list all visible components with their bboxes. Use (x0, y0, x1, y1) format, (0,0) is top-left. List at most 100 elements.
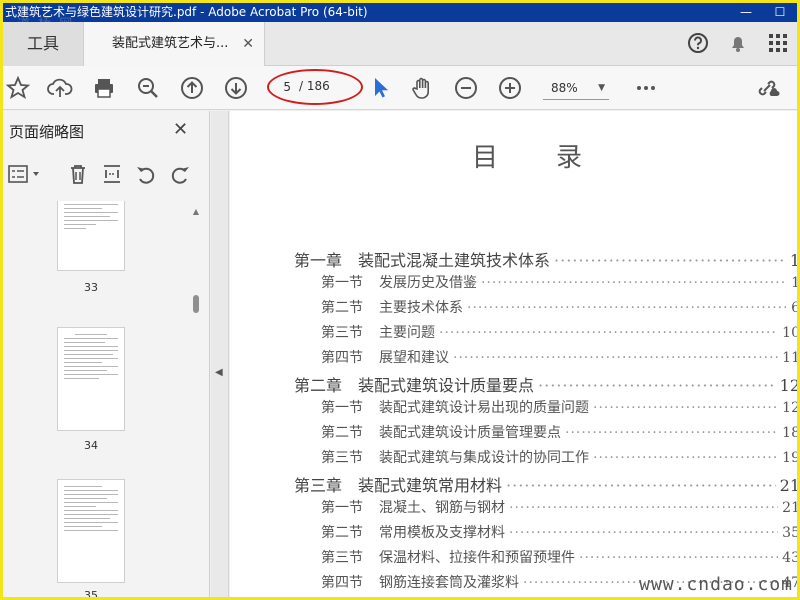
thumbnail-page-number: 34 (84, 439, 98, 452)
close-tab-icon[interactable]: ✕ (242, 22, 254, 66)
zoom-level-value: 88% (551, 81, 578, 95)
toc-section-row[interactable]: 第二节主要技术体系 6 (294, 297, 797, 322)
toc-entry-number: 第一节 (321, 500, 363, 516)
maximize-icon[interactable]: ☐ (763, 3, 797, 22)
toc-leader-dots (509, 525, 778, 541)
toc-entry-page: 21 (782, 500, 797, 516)
toc-entry-title: 主要技术体系 (379, 300, 463, 316)
tab-tools[interactable]: 工具 (3, 22, 83, 66)
delete-page-icon[interactable] (65, 161, 91, 187)
toc-entry-page: 10 (782, 325, 797, 341)
zoom-search-icon[interactable] (135, 75, 161, 101)
toc-section-row[interactable]: 第三节主要问题 10 (294, 322, 797, 347)
toc-entry-number: 第三章 (294, 476, 343, 495)
toc-heading: 目录 (472, 143, 641, 173)
minimize-icon[interactable]: — (729, 3, 763, 22)
previous-page-icon[interactable] (179, 75, 205, 101)
page-thumbnail[interactable] (57, 201, 125, 271)
toc-entry-number: 第一章 (294, 251, 343, 270)
table-of-contents: 第一章装配式混凝土建筑技术体系1第一节发展历史及借鉴1第二节主要技术体系6第三节… (294, 247, 797, 597)
toc-entry-page: 12 (782, 400, 797, 416)
toc-entry-title: 装配式建筑设计质量要点 (358, 376, 535, 395)
toc-entry-number: 第二节 (321, 300, 363, 316)
select-cursor-icon[interactable] (367, 75, 393, 101)
toc-entry-title: 展望和建议 (379, 350, 449, 366)
toc-leader-dots (538, 376, 776, 395)
toc-entry-page: 11 (782, 350, 797, 366)
toc-leader-dots (481, 275, 786, 291)
apps-grid-icon[interactable] (765, 30, 791, 56)
zoom-level-select[interactable]: 88% ▼ (543, 78, 609, 100)
upload-cloud-icon[interactable] (47, 75, 73, 101)
thumbnail-scrollbar[interactable]: ▲ (189, 207, 203, 597)
toc-entry-number: 第二章 (294, 376, 343, 395)
toc-entry-title: 装配式建筑设计易出现的质量问题 (379, 400, 589, 416)
toc-entry-page: 1 (790, 251, 797, 270)
panel-collapse-handle[interactable]: ◀ (211, 111, 229, 597)
toc-entry-title: 钢筋连接套筒及灌浆料 (379, 575, 519, 591)
toc-entry-title: 常用模板及支撑材料 (379, 525, 505, 541)
rotate-left-icon[interactable] (133, 161, 159, 187)
toc-section-row[interactable]: 第二节装配式建筑设计质量管理要点 18 (294, 422, 797, 447)
page-thumbnail[interactable] (57, 479, 125, 583)
toc-entry-page: 43 (782, 550, 797, 566)
toc-section-row[interactable]: 第三节装配式建筑与集成设计的协同工作 19 (294, 447, 797, 472)
zoom-in-icon[interactable] (497, 75, 523, 101)
page-thumbnail[interactable] (57, 327, 125, 431)
thumbnail-options-icon[interactable] (7, 161, 43, 187)
toc-entry-number: 第二节 (321, 425, 363, 441)
bell-icon[interactable] (725, 30, 751, 56)
toc-section-row[interactable]: 第一节发展历史及借鉴 1 (294, 272, 797, 297)
toc-entry-page: 21 (779, 476, 797, 495)
toc-leader-dots (593, 400, 778, 416)
toc-chapter-row[interactable]: 第三章装配式建筑常用材料 21 (294, 472, 797, 497)
document-view[interactable]: 目录 第一章装配式混凝土建筑技术体系1第一节发展历史及借鉴1第二节主要技术体系6… (230, 111, 797, 597)
toc-entry-number: 第三节 (321, 550, 363, 566)
share-link-icon[interactable] (755, 75, 781, 101)
highlight-ellipse-annotation (267, 69, 363, 105)
toc-entry-number: 第一节 (321, 275, 363, 291)
next-page-icon[interactable] (223, 75, 249, 101)
toc-chapter-row[interactable]: 第二章装配式建筑设计质量要点 12 (294, 372, 797, 397)
thumbnail-list: 33 34 35 (3, 201, 189, 597)
toc-entry-number: 第四节 (321, 575, 363, 591)
toc-entry-page: 35 (782, 525, 797, 541)
tab-bar: 工具 装配式建筑艺术与... ✕ (3, 22, 797, 67)
more-options-icon[interactable] (633, 75, 659, 101)
print-icon[interactable] (91, 75, 117, 101)
toc-entry-number: 第三节 (321, 450, 363, 466)
window-controls: — ☐ (729, 3, 797, 22)
toc-section-row[interactable]: 第一节装配式建筑设计易出现的质量问题 12 (294, 397, 797, 422)
zoom-out-icon[interactable] (453, 75, 479, 101)
toc-entry-number: 第四节 (321, 350, 363, 366)
app-window: 式建筑艺术与绿色建筑设计研究.pdf - Adobe Acrobat Pro (… (0, 0, 800, 600)
toc-section-row[interactable]: 第三节保温材料、拉接件和预留预埋件 43 (294, 547, 797, 572)
toc-entry-title: 装配式建筑设计质量管理要点 (379, 425, 561, 441)
toc-leader-dots (453, 350, 778, 366)
toc-section-row[interactable]: 第一节混凝土、钢筋与钢材 21 (294, 497, 797, 522)
scroll-up-icon[interactable]: ▲ (191, 207, 201, 217)
chevron-down-icon: ▼ (598, 83, 605, 93)
hand-tool-icon[interactable] (409, 75, 435, 101)
toc-entry-number: 第一节 (321, 400, 363, 416)
main-toolbar: / 186 88% ▼ (3, 66, 797, 110)
toc-leader-dots (439, 325, 778, 341)
thumbnails-panel: 页面缩略图 ✕ 33 34 35 ▲ (3, 111, 210, 597)
toc-chapter-row[interactable]: 第一章装配式混凝土建筑技术体系 1 (294, 247, 797, 272)
toc-entry-page: 19 (782, 450, 797, 466)
scrollbar-thumb[interactable] (193, 295, 199, 313)
panel-title: 页面缩略图 (9, 123, 85, 141)
rotate-right-icon[interactable] (167, 161, 193, 187)
toc-entry-number: 第二节 (321, 525, 363, 541)
toc-section-row[interactable]: 第二节常用模板及支撑材料 35 (294, 522, 797, 547)
thumbnail-page-number: 33 (84, 281, 98, 294)
help-icon[interactable] (685, 30, 711, 56)
toc-section-row[interactable]: 第四节展望和建议 11 (294, 347, 797, 372)
tab-document[interactable]: 装配式建筑艺术与... ✕ (83, 22, 265, 67)
toc-entry-page: 1 (790, 275, 797, 291)
toc-leader-dots (579, 550, 778, 566)
star-icon[interactable] (5, 75, 31, 101)
insert-page-icon[interactable] (99, 161, 125, 187)
toc-entry-number: 第三节 (321, 325, 363, 341)
close-panel-icon[interactable]: ✕ (173, 119, 188, 140)
